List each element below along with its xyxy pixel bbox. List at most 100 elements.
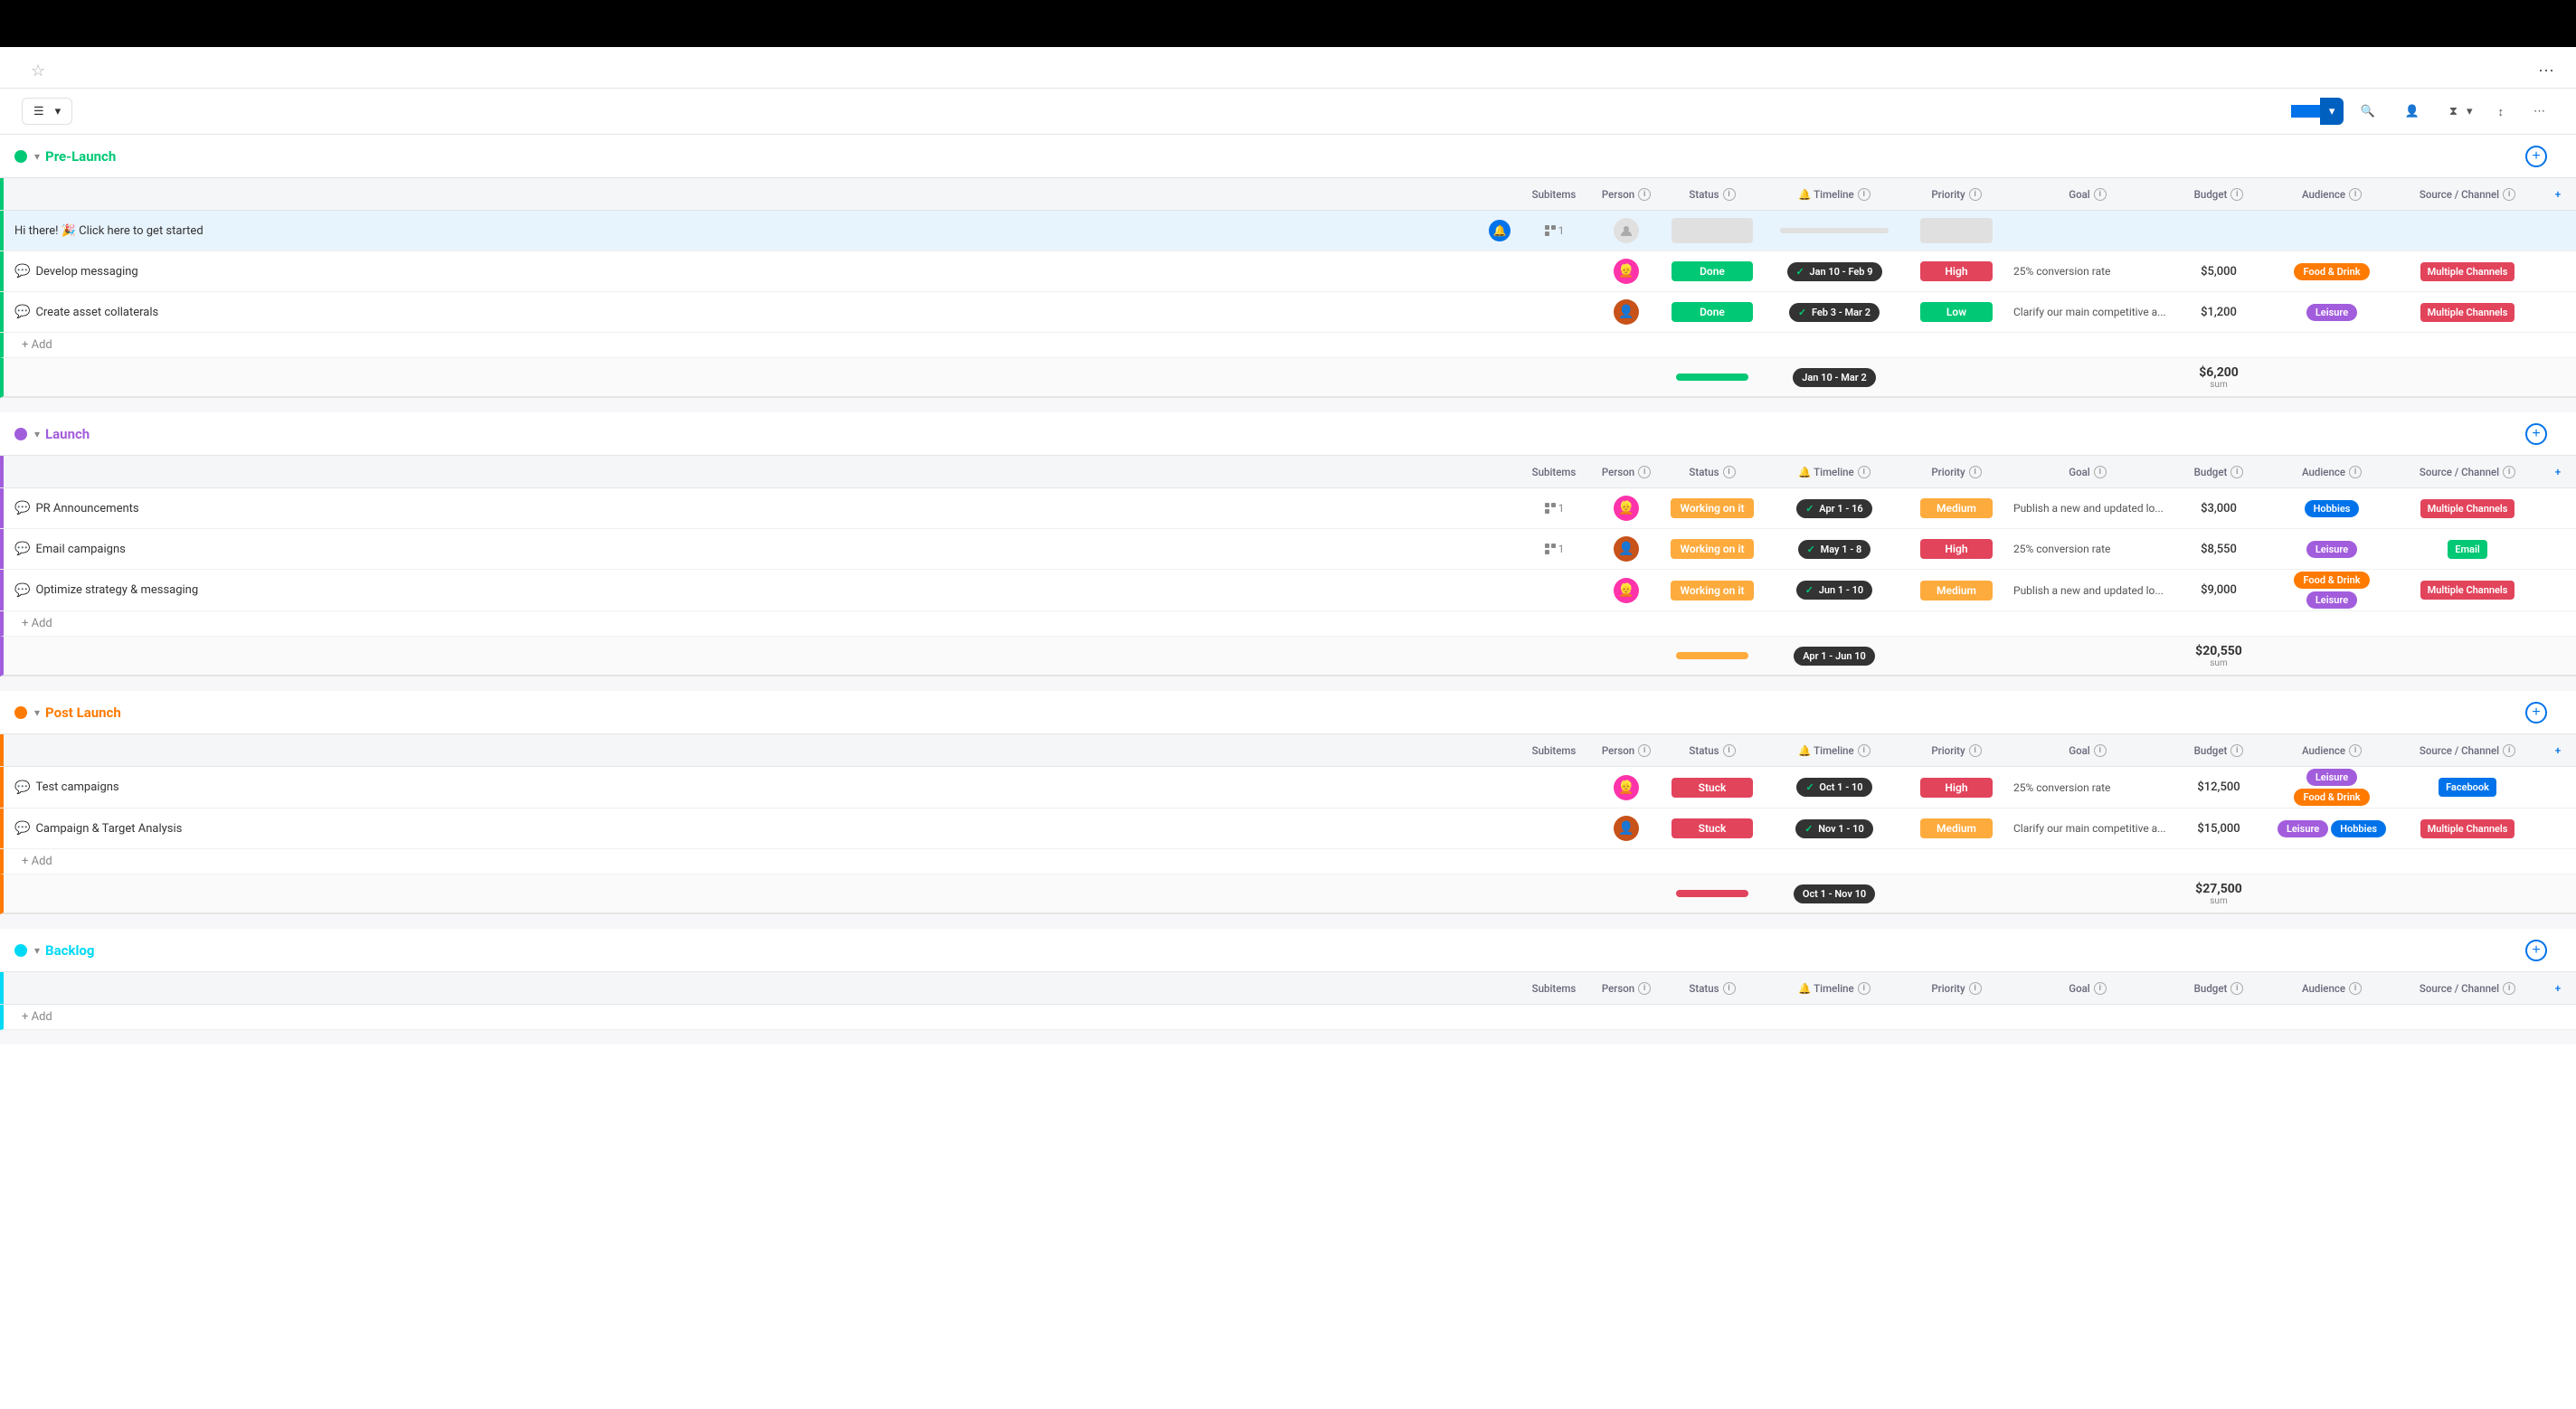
- col-header-col-add[interactable]: +: [2540, 178, 2576, 210]
- cell-priority[interactable]: Medium: [1907, 581, 2006, 600]
- new-item-button[interactable]: ▾: [2291, 98, 2344, 125]
- cell-status[interactable]: Stuck: [1662, 778, 1762, 798]
- cell-status[interactable]: Done: [1662, 302, 1762, 322]
- cell-source[interactable]: Multiple Channels: [2395, 499, 2540, 518]
- main-table-button[interactable]: ☰ ▾: [22, 98, 72, 125]
- info-icon[interactable]: i: [1858, 982, 1870, 995]
- chat-icon[interactable]: 💬: [14, 583, 30, 598]
- col-header-col-add[interactable]: +: [2540, 972, 2576, 1004]
- row-name[interactable]: Develop messaging: [35, 265, 137, 279]
- cell-person[interactable]: 👱: [1590, 496, 1662, 521]
- chat-icon[interactable]: 💬: [14, 305, 30, 319]
- info-icon[interactable]: i: [1969, 466, 1982, 478]
- audience-tag[interactable]: Hobbies: [2331, 820, 2386, 837]
- cell-person[interactable]: [1590, 218, 1662, 243]
- group-toggle[interactable]: ▾: [34, 150, 40, 163]
- cell-source[interactable]: Multiple Channels: [2395, 262, 2540, 281]
- cell-priority[interactable]: Medium: [1907, 818, 2006, 838]
- chat-icon[interactable]: 💬: [14, 542, 30, 556]
- add-item-row[interactable]: + Add: [0, 611, 2576, 637]
- add-column-button[interactable]: +: [2525, 702, 2547, 723]
- cell-status[interactable]: Working on it: [1662, 539, 1762, 559]
- audience-tag[interactable]: Leisure: [2278, 820, 2328, 837]
- info-icon[interactable]: i: [2094, 744, 2107, 757]
- status-badge[interactable]: Working on it: [1671, 539, 1753, 559]
- cell-source[interactable]: Multiple Channels: [2395, 303, 2540, 322]
- info-icon[interactable]: i: [2503, 466, 2515, 478]
- info-icon[interactable]: i: [1723, 188, 1736, 201]
- add-item-row[interactable]: + Add: [0, 333, 2576, 358]
- info-icon[interactable]: i: [2094, 982, 2107, 995]
- header-more-icon[interactable]: ⋯: [2538, 61, 2554, 80]
- cell-status[interactable]: Working on it: [1662, 498, 1762, 518]
- status-badge[interactable]: Stuck: [1672, 818, 1753, 838]
- cell-status[interactable]: Working on it: [1662, 581, 1762, 600]
- group-toggle[interactable]: ▾: [34, 944, 40, 957]
- info-icon[interactable]: i: [1969, 744, 1982, 757]
- source-badge[interactable]: Multiple Channels: [2420, 581, 2515, 600]
- cell-person[interactable]: 👱: [1590, 578, 1662, 603]
- info-icon[interactable]: i: [2094, 466, 2107, 478]
- cell-person[interactable]: 👤: [1590, 299, 1662, 325]
- cell-status[interactable]: [1662, 218, 1762, 243]
- sort-button[interactable]: ↕: [2489, 99, 2518, 124]
- audience-tag[interactable]: Leisure: [2306, 591, 2357, 609]
- cell-status[interactable]: Stuck: [1662, 818, 1762, 838]
- status-badge[interactable]: Working on it: [1671, 498, 1753, 518]
- cell-timeline[interactable]: [1762, 228, 1907, 233]
- info-icon[interactable]: i: [1638, 188, 1651, 201]
- info-icon[interactable]: i: [2230, 982, 2243, 995]
- cell-status[interactable]: Done: [1662, 261, 1762, 281]
- info-icon[interactable]: i: [2503, 982, 2515, 995]
- info-icon[interactable]: i: [1723, 744, 1736, 757]
- info-icon[interactable]: i: [2094, 188, 2107, 201]
- cell-priority[interactable]: High: [1907, 778, 2006, 798]
- info-icon[interactable]: i: [2230, 188, 2243, 201]
- priority-badge[interactable]: High: [1920, 539, 1993, 559]
- audience-tag[interactable]: Leisure: [2306, 769, 2357, 786]
- cell-source[interactable]: Facebook: [2395, 778, 2540, 797]
- source-badge[interactable]: Multiple Channels: [2420, 262, 2515, 281]
- info-icon[interactable]: i: [1969, 188, 1982, 201]
- filter-button[interactable]: ⧗ ▾: [2440, 99, 2482, 124]
- priority-badge[interactable]: Low: [1920, 302, 1993, 322]
- search-button[interactable]: 🔍: [2351, 99, 2388, 124]
- person-button[interactable]: 👤: [2396, 99, 2433, 124]
- cell-timeline[interactable]: ✓ May 1 - 8: [1762, 540, 1907, 559]
- status-badge[interactable]: Done: [1672, 302, 1753, 322]
- cell-priority[interactable]: Medium: [1907, 498, 2006, 518]
- status-empty[interactable]: [1672, 218, 1753, 243]
- info-icon[interactable]: i: [1638, 982, 1651, 995]
- info-icon[interactable]: i: [2349, 744, 2362, 757]
- col-header-col-add[interactable]: +: [2540, 734, 2576, 766]
- cell-priority[interactable]: [1907, 218, 2006, 243]
- info-icon[interactable]: i: [2503, 744, 2515, 757]
- row-name[interactable]: Hi there! 🎉 Click here to get started: [14, 224, 204, 238]
- info-icon[interactable]: i: [1638, 744, 1651, 757]
- source-badge[interactable]: Multiple Channels: [2420, 499, 2515, 518]
- cell-priority[interactable]: High: [1907, 261, 2006, 281]
- priority-badge[interactable]: Medium: [1920, 818, 1993, 838]
- priority-badge[interactable]: High: [1920, 261, 1993, 281]
- add-column-button[interactable]: +: [2525, 146, 2547, 167]
- chat-icon[interactable]: 💬: [14, 501, 30, 515]
- chat-icon[interactable]: 💬: [14, 821, 30, 836]
- status-badge[interactable]: Working on it: [1671, 581, 1753, 600]
- cell-priority[interactable]: Low: [1907, 302, 2006, 322]
- cell-priority[interactable]: High: [1907, 539, 2006, 559]
- add-item-row[interactable]: + Add: [0, 1005, 2576, 1030]
- info-icon[interactable]: i: [1858, 188, 1870, 201]
- info-icon[interactable]: i: [1723, 982, 1736, 995]
- row-name[interactable]: Create asset collaterals: [35, 306, 158, 319]
- audience-tag[interactable]: Leisure: [2306, 304, 2357, 321]
- cell-timeline[interactable]: ✓ Jan 10 - Feb 9: [1762, 262, 1907, 281]
- cell-timeline[interactable]: ✓ Oct 1 - 10: [1762, 778, 1907, 797]
- source-badge[interactable]: Facebook: [2439, 778, 2496, 797]
- audience-tag[interactable]: Food & Drink: [2294, 789, 2369, 806]
- audience-tag[interactable]: Food & Drink: [2294, 572, 2369, 589]
- toolbar-more-button[interactable]: ⋯: [2524, 99, 2554, 124]
- add-column-button[interactable]: +: [2525, 940, 2547, 961]
- cell-person[interactable]: 👱: [1590, 259, 1662, 284]
- group-toggle[interactable]: ▾: [34, 706, 40, 719]
- row-name[interactable]: Test campaigns: [35, 780, 118, 794]
